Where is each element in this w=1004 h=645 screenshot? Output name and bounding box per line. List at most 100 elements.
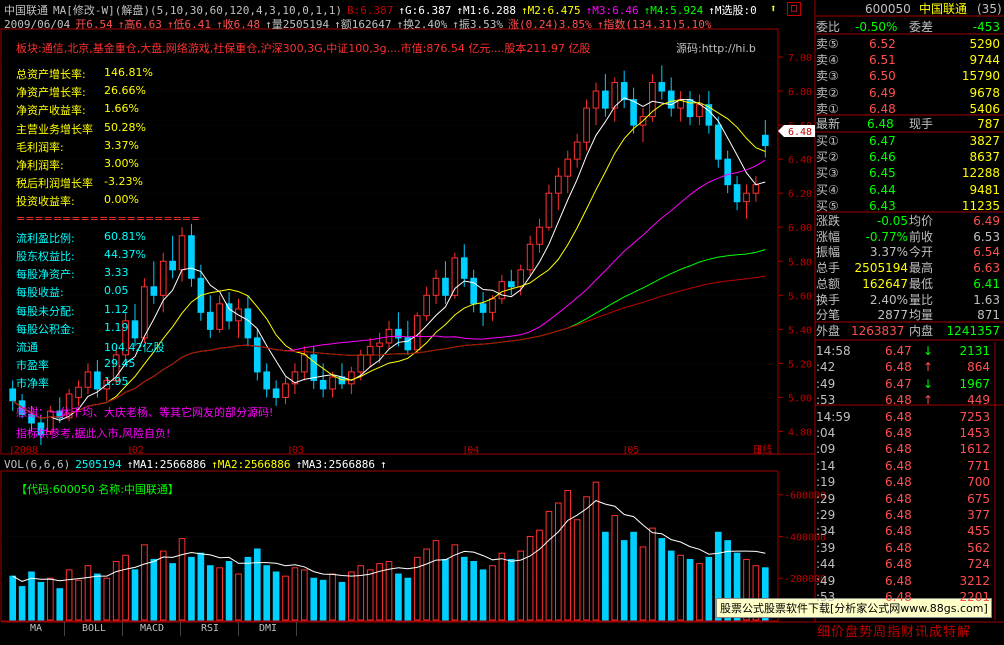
fundamental-value: 3.33 — [104, 266, 129, 280]
candle-body — [479, 303, 487, 313]
date-tick: 2008 — [14, 445, 38, 456]
volume-bar — [282, 575, 289, 621]
candle-body — [526, 243, 534, 271]
fundamental-value: 146.81% — [104, 66, 153, 79]
candle-body — [366, 345, 374, 356]
volume-bar — [169, 563, 176, 621]
volume-bar — [630, 531, 637, 621]
price-tag: 6.48 — [788, 127, 812, 138]
price-tick: 4.80 — [788, 427, 812, 438]
volume-bar — [686, 558, 694, 621]
candle-body — [573, 141, 581, 160]
volume-bar — [460, 556, 468, 621]
tab-rsi[interactable]: RSI — [182, 622, 239, 636]
tab-boll[interactable]: BOLL — [66, 622, 123, 636]
tab-dmi[interactable]: DMI — [240, 622, 297, 636]
candle-body — [310, 354, 318, 381]
candle-body — [84, 371, 92, 388]
volume-bar — [37, 581, 45, 621]
volume-bar — [197, 552, 205, 621]
fundamental-label: 每股净资产: — [16, 268, 75, 282]
price-segment: ↑额162647 — [334, 18, 392, 31]
fundamental-label: 股东权益比: — [16, 250, 75, 263]
volume-bar — [329, 573, 336, 621]
volume-bar — [658, 538, 666, 621]
candle-body — [658, 82, 666, 92]
candle-body — [733, 184, 741, 203]
candle-body — [460, 257, 468, 279]
fundamental-label: 主营业务增长率 — [16, 122, 93, 136]
fundamental-value: 3.00% — [104, 157, 139, 170]
price-segment: ↑收6.48 — [215, 18, 261, 31]
candle-body — [630, 99, 637, 126]
fundamental-value: 3.37% — [104, 138, 139, 152]
fundamental-value: 104.42亿股 — [104, 341, 165, 354]
candle-body — [536, 226, 543, 245]
volume-header-segment: VOL(6,6,6) — [4, 458, 71, 471]
fundamental-label: 净利润率: — [16, 159, 64, 172]
volume-bar — [263, 565, 271, 621]
volume-bar — [112, 561, 120, 621]
price-segment: 涨(0.24)3.85% — [507, 18, 592, 31]
candle-body — [423, 294, 430, 317]
source-link[interactable]: 源码:http://hi.b — [676, 40, 756, 56]
volume-bar — [573, 519, 581, 621]
fundamental-label: 每股未分配: — [16, 304, 75, 318]
price-header: 2009/06/04 开6.54 ↑高6.63 ↑低6.41 ↑收6.48 ↑量25051… — [4, 16, 717, 32]
volume-bars — [9, 481, 769, 621]
sector-line: 板块:通信,北京,基金重仓,大盘,网络游戏,社保重仓,沪深300,3G,中证10… — [16, 42, 591, 55]
volume-bar — [188, 556, 195, 621]
candle-body — [696, 104, 703, 118]
volume-bar — [470, 561, 477, 621]
candle-body — [451, 257, 459, 296]
volume-bar — [348, 571, 355, 621]
volume-bar — [291, 567, 299, 621]
expand-icon[interactable]: □ — [787, 2, 801, 16]
price-segment: ↑低6.41 — [166, 18, 211, 31]
candle-body — [602, 90, 609, 109]
up-arrow-icon[interactable]: ⬆ — [770, 2, 782, 15]
price-tick: 6.00 — [788, 223, 812, 234]
volume-bar — [272, 571, 280, 621]
candle-body — [376, 342, 383, 347]
volume-header-segment: 2505194 — [75, 458, 122, 471]
volume-bar — [244, 556, 252, 621]
candle-body — [555, 175, 562, 194]
volume-bar — [705, 556, 713, 621]
volume-bar — [65, 569, 73, 621]
candle-body — [301, 354, 308, 373]
candle-body — [188, 235, 195, 279]
right-function-tabs[interactable]: 细价盘势周指财讯成特解 — [817, 621, 971, 640]
volume-bar — [442, 558, 449, 621]
candle-body — [131, 320, 139, 339]
candle-body — [498, 281, 506, 300]
candle-body — [489, 298, 496, 313]
date-tick: 03 — [292, 445, 304, 456]
volume-bar — [432, 540, 440, 621]
volume-bar — [301, 569, 308, 621]
volume-bar — [404, 577, 412, 621]
tab-ma[interactable]: MA — [8, 622, 65, 636]
candle-body — [141, 286, 148, 339]
candle-body — [564, 158, 572, 177]
candle-body — [724, 158, 731, 186]
candle-body — [743, 192, 750, 203]
fundamental-value: 29.45 — [104, 357, 136, 371]
tab-macd[interactable]: MACD — [124, 622, 181, 636]
fundamental-label: 每股收益: — [16, 286, 64, 300]
fundamental-value: 1.12 — [104, 302, 129, 316]
candle-body — [178, 235, 186, 271]
volume-bar — [103, 577, 111, 621]
candle-body — [282, 383, 289, 398]
thanks-line: 感谢：一休千均、大庆老杨、等其它网友的部分源码! — [16, 406, 274, 419]
candle-body — [357, 354, 365, 373]
volume-bar — [216, 567, 223, 621]
candle-body — [348, 371, 355, 385]
volume-bar — [159, 550, 167, 621]
fundamental-value: 1.95 — [104, 375, 129, 389]
volume-bar — [235, 573, 242, 621]
fundamental-value: 44.37% — [104, 248, 146, 261]
candle-body — [442, 277, 449, 296]
volume-bar — [564, 490, 572, 621]
price-segment: ↑换2.40% — [396, 18, 448, 31]
